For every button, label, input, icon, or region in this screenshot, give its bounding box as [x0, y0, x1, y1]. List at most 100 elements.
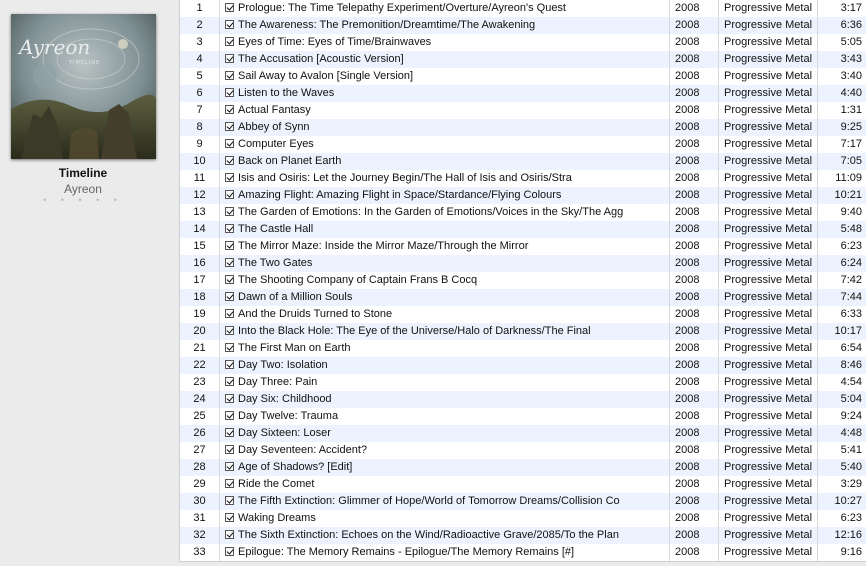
track-row[interactable]: 6 Listen to the Waves 2008 Progressive Meta…	[180, 85, 866, 102]
track-enabled-checkbox[interactable]	[225, 309, 234, 318]
track-number: 28	[180, 459, 220, 476]
track-enabled-checkbox[interactable]	[225, 258, 234, 267]
track-row[interactable]: 1 Prologue: The Time Telepathy Experiment…	[180, 0, 866, 17]
track-year: 2008	[670, 425, 719, 442]
track-row[interactable]: 17 The Shooting Company of Captain Frans …	[180, 272, 866, 289]
track-row[interactable]: 15 The Mirror Maze: Inside the Mirror Maz…	[180, 238, 866, 255]
track-row[interactable]: 31 Waking Dreams 2008 Progressive Metal 6:23	[180, 510, 866, 527]
track-year: 2008	[670, 170, 719, 187]
track-enabled-checkbox[interactable]	[225, 190, 234, 199]
track-number: 9	[180, 136, 220, 153]
track-year: 2008	[670, 153, 719, 170]
track-enabled-checkbox[interactable]	[225, 71, 234, 80]
track-enabled-checkbox[interactable]	[225, 173, 234, 182]
track-name-cell: Day Twelve: Trauma	[220, 408, 670, 425]
track-genre: Progressive Metal	[719, 323, 818, 340]
track-enabled-checkbox[interactable]	[225, 275, 234, 284]
track-name: Epilogue: The Memory Remains - Epilogue/…	[238, 546, 575, 558]
track-enabled-checkbox[interactable]	[225, 394, 234, 403]
track-name: The Accusation [Acoustic Version]	[238, 53, 404, 65]
track-enabled-checkbox[interactable]	[225, 377, 234, 386]
track-row[interactable]: 3 Eyes of Time: Eyes of Time/Brainwaves 20…	[180, 34, 866, 51]
track-row[interactable]: 32 The Sixth Extinction: Echoes on the Wi…	[180, 527, 866, 544]
track-enabled-checkbox[interactable]	[225, 343, 234, 352]
track-enabled-checkbox[interactable]	[225, 88, 234, 97]
track-row[interactable]: 30 The Fifth Extinction: Glimmer of Hope/…	[180, 493, 866, 510]
track-row[interactable]: 7 Actual Fantasy 2008 Progressive Metal 1:31	[180, 102, 866, 119]
track-name: Day Two: Isolation	[238, 359, 328, 371]
track-name: And the Druids Turned to Stone	[238, 308, 393, 320]
track-genre: Progressive Metal	[719, 255, 818, 272]
track-enabled-checkbox[interactable]	[225, 428, 234, 437]
track-row[interactable]: 11 Isis and Osiris: Let the Journey Begin…	[180, 170, 866, 187]
track-row[interactable]: 14 The Castle Hall 2008 Progressive Metal 5:…	[180, 221, 866, 238]
track-name: The Mirror Maze: Inside the Mirror Maze/…	[238, 240, 529, 252]
track-enabled-checkbox[interactable]	[225, 479, 234, 488]
track-row[interactable]: 19 And the Druids Turned to Stone 2008 Prog…	[180, 306, 866, 323]
track-enabled-checkbox[interactable]	[225, 139, 234, 148]
track-number: 23	[180, 374, 220, 391]
track-enabled-checkbox[interactable]	[225, 360, 234, 369]
track-enabled-checkbox[interactable]	[225, 513, 234, 522]
track-year: 2008	[670, 442, 719, 459]
track-number: 13	[180, 204, 220, 221]
track-row[interactable]: 20 Into the Black Hole: The Eye of the Un…	[180, 323, 866, 340]
track-enabled-checkbox[interactable]	[225, 326, 234, 335]
track-genre: Progressive Metal	[719, 442, 818, 459]
track-row[interactable]: 9 Computer Eyes 2008 Progressive Metal 7:17	[180, 136, 866, 153]
track-enabled-checkbox[interactable]	[225, 3, 234, 12]
track-genre: Progressive Metal	[719, 425, 818, 442]
track-number: 7	[180, 102, 220, 119]
track-time: 6:23	[840, 240, 862, 252]
track-enabled-checkbox[interactable]	[225, 445, 234, 454]
track-row[interactable]: 27 Day Seventeen: Accident? 2008 Progressiv…	[180, 442, 866, 459]
track-year: 2008	[670, 102, 719, 119]
track-row[interactable]: 10 Back on Planet Earth 2008 Progressive Me…	[180, 153, 866, 170]
track-row[interactable]: 21 The First Man on Earth 2008 Progressive …	[180, 340, 866, 357]
track-enabled-checkbox[interactable]	[225, 122, 234, 131]
track-list[interactable]: 1 Prologue: The Time Telepathy Experiment…	[179, 0, 866, 565]
track-row[interactable]: 25 Day Twelve: Trauma 2008 Progressive Meta…	[180, 408, 866, 425]
track-row[interactable]: 24 Day Six: Childhood 2008 Progressive Meta…	[180, 391, 866, 408]
track-row[interactable]: 5 Sail Away to Avalon [Single Version] 200…	[180, 68, 866, 85]
track-row[interactable]: 26 Day Sixteen: Loser 2008 Progressive Meta…	[180, 425, 866, 442]
track-year: 2008	[670, 323, 719, 340]
track-enabled-checkbox[interactable]	[225, 156, 234, 165]
track-genre: Progressive Metal	[719, 510, 818, 527]
album-artwork[interactable]: Ayreon TIMELINE	[11, 14, 156, 159]
track-row[interactable]: 13 The Garden of Emotions: In the Garden …	[180, 204, 866, 221]
track-enabled-checkbox[interactable]	[225, 530, 234, 539]
track-year: 2008	[670, 255, 719, 272]
track-enabled-checkbox[interactable]	[225, 241, 234, 250]
track-row[interactable]: 8 Abbey of Synn 2008 Progressive Metal 9:25	[180, 119, 866, 136]
track-enabled-checkbox[interactable]	[225, 20, 234, 29]
album-rating[interactable]: • • • • •	[0, 195, 166, 205]
track-row[interactable]: 28 Age of Shadows? [Edit] 2008 Progressive …	[180, 459, 866, 476]
track-genre: Progressive Metal	[719, 357, 818, 374]
track-genre: Progressive Metal	[719, 493, 818, 510]
track-genre: Progressive Metal	[719, 527, 818, 544]
track-enabled-checkbox[interactable]	[225, 292, 234, 301]
track-time: 3:17	[840, 2, 862, 14]
track-row[interactable]: 33 Epilogue: The Memory Remains - Epilogu…	[180, 544, 866, 561]
track-row[interactable]: 4 The Accusation [Acoustic Version] 2008 Pr…	[180, 51, 866, 68]
track-number: 32	[180, 527, 220, 544]
track-row[interactable]: 22 Day Two: Isolation 2008 Progressive Meta…	[180, 357, 866, 374]
track-enabled-checkbox[interactable]	[225, 462, 234, 471]
track-enabled-checkbox[interactable]	[225, 105, 234, 114]
track-enabled-checkbox[interactable]	[225, 54, 234, 63]
track-enabled-checkbox[interactable]	[225, 496, 234, 505]
track-name: Sail Away to Avalon [Single Version]	[238, 70, 414, 82]
track-row[interactable]: 16 The Two Gates 2008 Progressive Metal 6:24	[180, 255, 866, 272]
track-time: 5:48	[840, 223, 862, 235]
track-enabled-checkbox[interactable]	[225, 224, 234, 233]
track-row[interactable]: 2 The Awareness: The Premonition/Dreamtim…	[180, 17, 866, 34]
track-enabled-checkbox[interactable]	[225, 547, 234, 556]
track-enabled-checkbox[interactable]	[225, 411, 234, 420]
track-row[interactable]: 18 Dawn of a Million Souls 2008 Progressive…	[180, 289, 866, 306]
track-row[interactable]: 12 Amazing Flight: Amazing Flight in Spac…	[180, 187, 866, 204]
track-row[interactable]: 23 Day Three: Pain 2008 Progressive Metal 4:…	[180, 374, 866, 391]
track-enabled-checkbox[interactable]	[225, 207, 234, 216]
track-row[interactable]: 29 Ride the Comet 2008 Progressive Metal 3:2…	[180, 476, 866, 493]
track-enabled-checkbox[interactable]	[225, 37, 234, 46]
